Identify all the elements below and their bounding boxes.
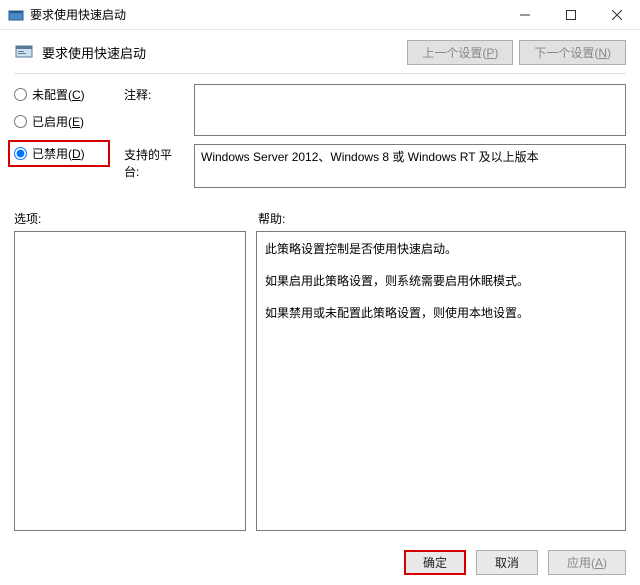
ok-button[interactable]: 确定: [404, 550, 466, 575]
help-text-3: 如果禁用或未配置此策略设置，则使用本地设置。: [265, 304, 617, 322]
prev-setting-button[interactable]: 上一个设置(P): [407, 40, 513, 65]
radio-disabled-highlight: 已禁用(D): [8, 140, 110, 167]
platform-label: 支持的平台:: [124, 144, 184, 188]
cancel-button[interactable]: 取消: [476, 550, 538, 575]
divider: [14, 73, 626, 74]
next-setting-button[interactable]: 下一个设置(N): [519, 40, 626, 65]
options-label: 选项:: [14, 210, 258, 227]
window-controls: [502, 0, 640, 29]
header-row: 要求使用快速启动 上一个设置(P) 下一个设置(N): [14, 40, 626, 65]
window-title: 要求使用快速启动: [30, 6, 502, 23]
policy-icon: [14, 41, 34, 64]
options-panel: [14, 231, 246, 531]
close-button[interactable]: [594, 0, 640, 29]
apply-button[interactable]: 应用(A): [548, 550, 626, 575]
minimize-button[interactable]: [502, 0, 548, 29]
help-text-2: 如果启用此策略设置，则系统需要启用休眠模式。: [265, 272, 617, 290]
comment-label: 注释:: [124, 84, 184, 136]
radio-not-configured[interactable]: 未配置(C): [14, 86, 110, 103]
maximize-button[interactable]: [548, 0, 594, 29]
help-panel: 此策略设置控制是否使用快速启动。 如果启用此策略设置，则系统需要启用休眠模式。 …: [256, 231, 626, 531]
radio-enabled-input[interactable]: [14, 115, 27, 128]
help-label: 帮助:: [258, 210, 626, 227]
policy-title: 要求使用快速启动: [42, 43, 146, 62]
titlebar: 要求使用快速启动: [0, 0, 640, 30]
radio-group: 未配置(C) 已启用(E) 已禁用(D): [14, 84, 110, 196]
comment-input[interactable]: [194, 84, 626, 136]
radio-enabled[interactable]: 已启用(E): [14, 113, 110, 130]
radio-not-configured-input[interactable]: [14, 88, 27, 101]
footer-buttons: 确定 取消 应用(A): [404, 550, 626, 575]
radio-disabled-input[interactable]: [14, 147, 27, 160]
platform-box: Windows Server 2012、Windows 8 或 Windows …: [194, 144, 626, 188]
app-icon: [8, 7, 24, 23]
help-text-1: 此策略设置控制是否使用快速启动。: [265, 240, 617, 258]
radio-disabled[interactable]: 已禁用(D): [14, 145, 85, 162]
